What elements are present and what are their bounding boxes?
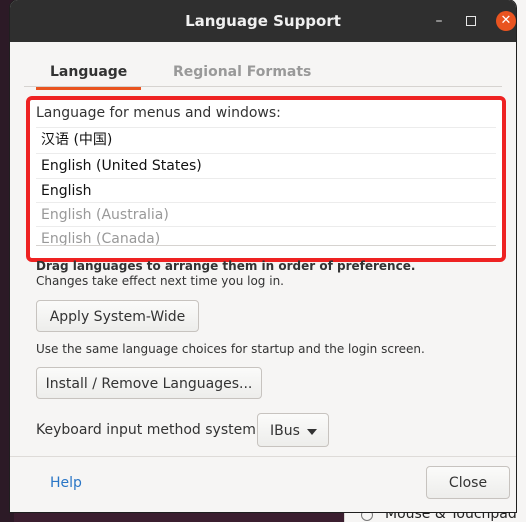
drag-hint: Drag languages to arrange them in order … <box>36 259 416 273</box>
list-item[interactable]: English (Australia) <box>36 202 496 226</box>
keyboard-input-label: Keyboard input method system: <box>36 422 261 438</box>
tab-regional-formats[interactable]: Regional Formats <box>173 64 311 80</box>
effect-hint: Changes take effect next time you log in… <box>36 274 284 288</box>
close-button[interactable]: Close <box>426 466 510 499</box>
maximize-button[interactable] <box>463 13 479 29</box>
tab-bar: Language Regional Formats <box>24 52 502 90</box>
list-item[interactable]: English (Canada) <box>36 226 496 245</box>
list-item[interactable]: English <box>36 178 496 202</box>
titlebar: Language Support – ✕ <box>10 0 516 42</box>
maximize-icon <box>466 16 476 26</box>
list-scrollbar[interactable] <box>36 245 496 246</box>
install-remove-languages-button[interactable]: Install / Remove Languages... <box>36 367 262 399</box>
list-item[interactable]: English (United States) <box>36 153 496 177</box>
apply-system-wide-button[interactable]: Apply System-Wide <box>36 300 199 332</box>
minimize-button[interactable]: – <box>431 13 447 29</box>
tab-language[interactable]: Language <box>35 64 142 90</box>
same-choices-hint: Use the same language choices for startu… <box>36 342 425 356</box>
language-list[interactable]: 汉语 (中国) English (United States) English … <box>36 127 496 245</box>
language-list-box: Language for menus and windows: 汉语 (中国) … <box>26 96 506 262</box>
divider <box>10 456 516 457</box>
list-item[interactable]: 汉语 (中国) <box>36 127 496 151</box>
language-support-window: Language Support – ✕ Language Regional F… <box>10 0 516 512</box>
keyboard-input-dropdown[interactable]: IBus <box>257 413 329 447</box>
chevron-down-icon <box>307 429 317 435</box>
help-link[interactable]: Help <box>50 475 82 491</box>
close-window-button[interactable]: ✕ <box>496 11 516 31</box>
language-list-header: Language for menus and windows: <box>36 105 281 121</box>
keyboard-input-value: IBus <box>270 423 300 439</box>
